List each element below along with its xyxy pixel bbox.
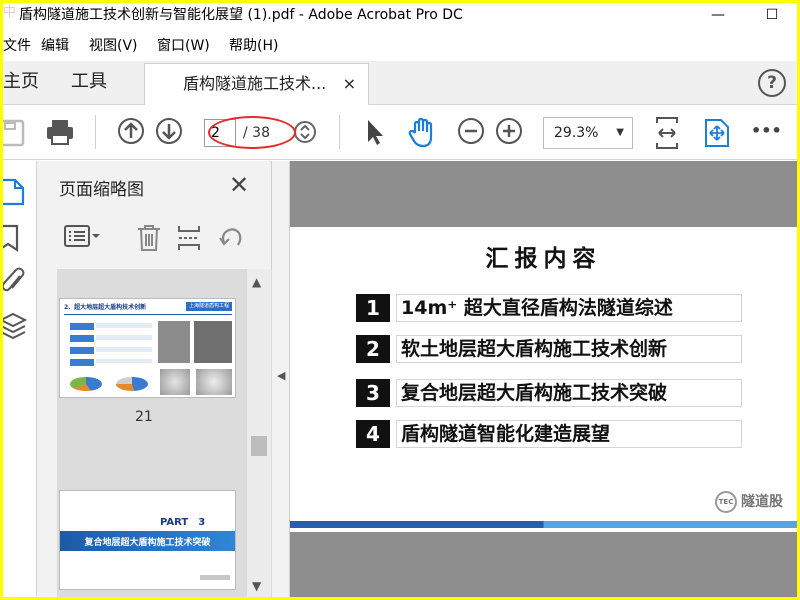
page-thumbnail-22[interactable]: PART 3 复合地层超大盾构施工技术突破 <box>59 490 236 590</box>
attachment-icon[interactable] <box>3 267 27 297</box>
document-view: 汇报内容 1 14m⁺ 超大直径盾构法隧道综述 2 软土地层超大盾构施工技术创新… <box>290 161 797 597</box>
menu-edit[interactable]: 编辑 <box>41 35 69 55</box>
thumbnail-page-label: 21 <box>135 409 153 425</box>
title-bar: 中 盾构隧道施工技术创新与智能化展望 (1).pdf - Adobe Acrob… <box>3 3 797 27</box>
tab-bar: 主页 工具 盾构隧道施工技术... × <box>3 61 797 106</box>
agenda-number: 3 <box>356 379 390 407</box>
fit-page-icon[interactable] <box>653 115 681 151</box>
logo-text: 隧道股 <box>741 494 783 510</box>
bookmark-icon[interactable] <box>3 223 25 253</box>
save-icon[interactable] <box>3 117 27 147</box>
tab-home[interactable]: 主页 <box>3 61 39 105</box>
zoom-select[interactable]: 29.3% ▼ <box>543 117 633 149</box>
thumb-header: 2、超大地层超大盾构技术创新 <box>64 304 147 311</box>
print-icon[interactable] <box>45 117 75 147</box>
close-tab-icon[interactable]: × <box>343 64 356 104</box>
page-spin-icon[interactable] <box>293 119 317 145</box>
layers-icon[interactable] <box>3 311 27 341</box>
next-page-icon[interactable] <box>155 117 183 145</box>
menu-help[interactable]: 帮助(H) <box>229 35 278 55</box>
tab-document-label: 盾构隧道施工技术... <box>183 74 327 93</box>
more-tools-icon[interactable]: ••• <box>751 121 782 140</box>
select-arrow-icon[interactable] <box>363 117 385 147</box>
agenda-number: 1 <box>356 294 390 322</box>
rotate-page-icon[interactable] <box>217 223 245 253</box>
close-panel-icon[interactable]: ✕ <box>229 171 249 199</box>
help-icon[interactable]: ? <box>758 69 786 97</box>
page-thumbnails-icon[interactable] <box>3 177 27 207</box>
thumb-title: 复合地层超大盾构施工技术突破 <box>84 538 211 548</box>
thumbnail-options-icon[interactable] <box>63 223 103 249</box>
company-logo: TEC 隧道股 <box>715 491 783 513</box>
panel-collapse-bar[interactable]: ◀ <box>272 161 290 597</box>
red-highlight-ellipse <box>208 116 296 149</box>
agenda-number: 4 <box>356 420 390 448</box>
navigation-rail <box>3 161 37 597</box>
pdf-page: 汇报内容 1 14m⁺ 超大直径盾构法隧道综述 2 软土地层超大盾构施工技术创新… <box>290 227 797 532</box>
collapse-arrow-icon[interactable]: ◀ <box>277 369 285 382</box>
zoom-in-icon[interactable] <box>495 117 523 145</box>
maximize-button[interactable]: ☐ <box>757 3 787 27</box>
tab-document[interactable]: 盾构隧道施工技术... × <box>144 63 369 106</box>
menu-file[interactable]: 文件 <box>3 35 31 55</box>
scrollbar-thumb[interactable] <box>251 436 267 456</box>
agenda-label: 软土地层超大盾构施工技术创新 <box>396 335 742 363</box>
watermark-glyph: 中 <box>3 5 17 20</box>
tab-tools[interactable]: 工具 <box>71 61 107 105</box>
agenda-number: 2 <box>356 335 390 363</box>
scroll-down-icon[interactable]: ▼ <box>252 579 261 593</box>
footer-band <box>290 521 797 528</box>
previous-page-icon[interactable] <box>117 117 145 145</box>
slide-title: 汇报内容 <box>485 246 602 272</box>
delete-page-icon[interactable] <box>135 223 163 253</box>
agenda-label: 复合地层超大盾构施工技术突破 <box>396 379 742 407</box>
full-screen-icon[interactable] <box>703 117 731 149</box>
chevron-down-icon: ▼ <box>616 127 624 138</box>
minimize-button[interactable]: — <box>703 3 733 27</box>
menu-view[interactable]: 视图(V) <box>89 35 138 55</box>
menu-window[interactable]: 窗口(W) <box>157 35 210 55</box>
hand-tool-icon[interactable] <box>407 117 437 149</box>
panel-title: 页面缩略图 <box>59 180 144 200</box>
logo-badge: TEC <box>715 491 737 513</box>
thumb-tag: 上海隧道盾构工程 <box>186 302 232 311</box>
main-toolbar: 2 / 38 29.3% ▼ ••• <box>3 105 797 160</box>
extract-page-icon[interactable] <box>175 223 203 253</box>
agenda-label: 盾构隧道智能化建造展望 <box>396 420 742 448</box>
window-title: 盾构隧道施工技术创新与智能化展望 (1).pdf - Adobe Acrobat… <box>19 7 463 23</box>
acrobat-window: 中 盾构隧道施工技术创新与智能化展望 (1).pdf - Adobe Acrob… <box>3 3 797 597</box>
scroll-up-icon[interactable]: ▲ <box>252 275 261 289</box>
page-thumbnail-21[interactable]: 2、超大地层超大盾构技术创新 上海隧道盾构工程 <box>59 298 236 398</box>
thumbnail-scrollbar[interactable]: ▲ ▼ <box>247 269 271 597</box>
thumb-part: PART 3 <box>160 517 206 528</box>
zoom-value: 29.3% <box>554 125 599 141</box>
zoom-out-icon[interactable] <box>457 117 485 145</box>
agenda-label: 14m⁺ 超大直径盾构法隧道综述 <box>396 294 742 322</box>
